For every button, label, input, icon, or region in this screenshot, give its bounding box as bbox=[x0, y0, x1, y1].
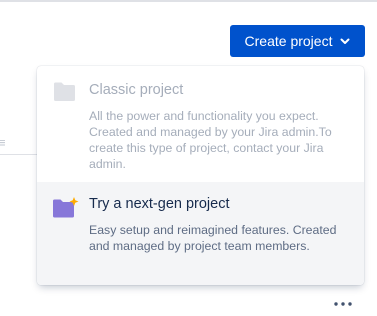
create-project-button[interactable]: Create project bbox=[230, 25, 365, 57]
next-gen-project-description: Easy setup and reimagined features. Crea… bbox=[89, 223, 337, 253]
classic-project-option[interactable]: Classic project All the power and functi… bbox=[37, 66, 364, 182]
top-divider bbox=[0, 0, 377, 2]
folder-sparkle-icon bbox=[52, 196, 80, 225]
create-project-dropdown: Classic project All the power and functi… bbox=[37, 66, 364, 285]
chevron-down-icon bbox=[340, 38, 350, 45]
more-options-button[interactable] bbox=[333, 296, 353, 308]
background-partial-glyph: ≡ bbox=[0, 135, 6, 150]
classic-project-description: All the power and functionality you expe… bbox=[89, 109, 332, 171]
next-gen-project-title: Try a next-gen project bbox=[89, 196, 230, 212]
more-icon bbox=[334, 293, 352, 311]
folder-icon bbox=[52, 81, 77, 108]
classic-project-title: Classic project bbox=[89, 82, 184, 98]
background-divider bbox=[0, 154, 40, 155]
next-gen-project-option[interactable]: Try a next-gen project Easy setup and re… bbox=[37, 182, 364, 285]
create-project-label: Create project bbox=[244, 33, 333, 49]
